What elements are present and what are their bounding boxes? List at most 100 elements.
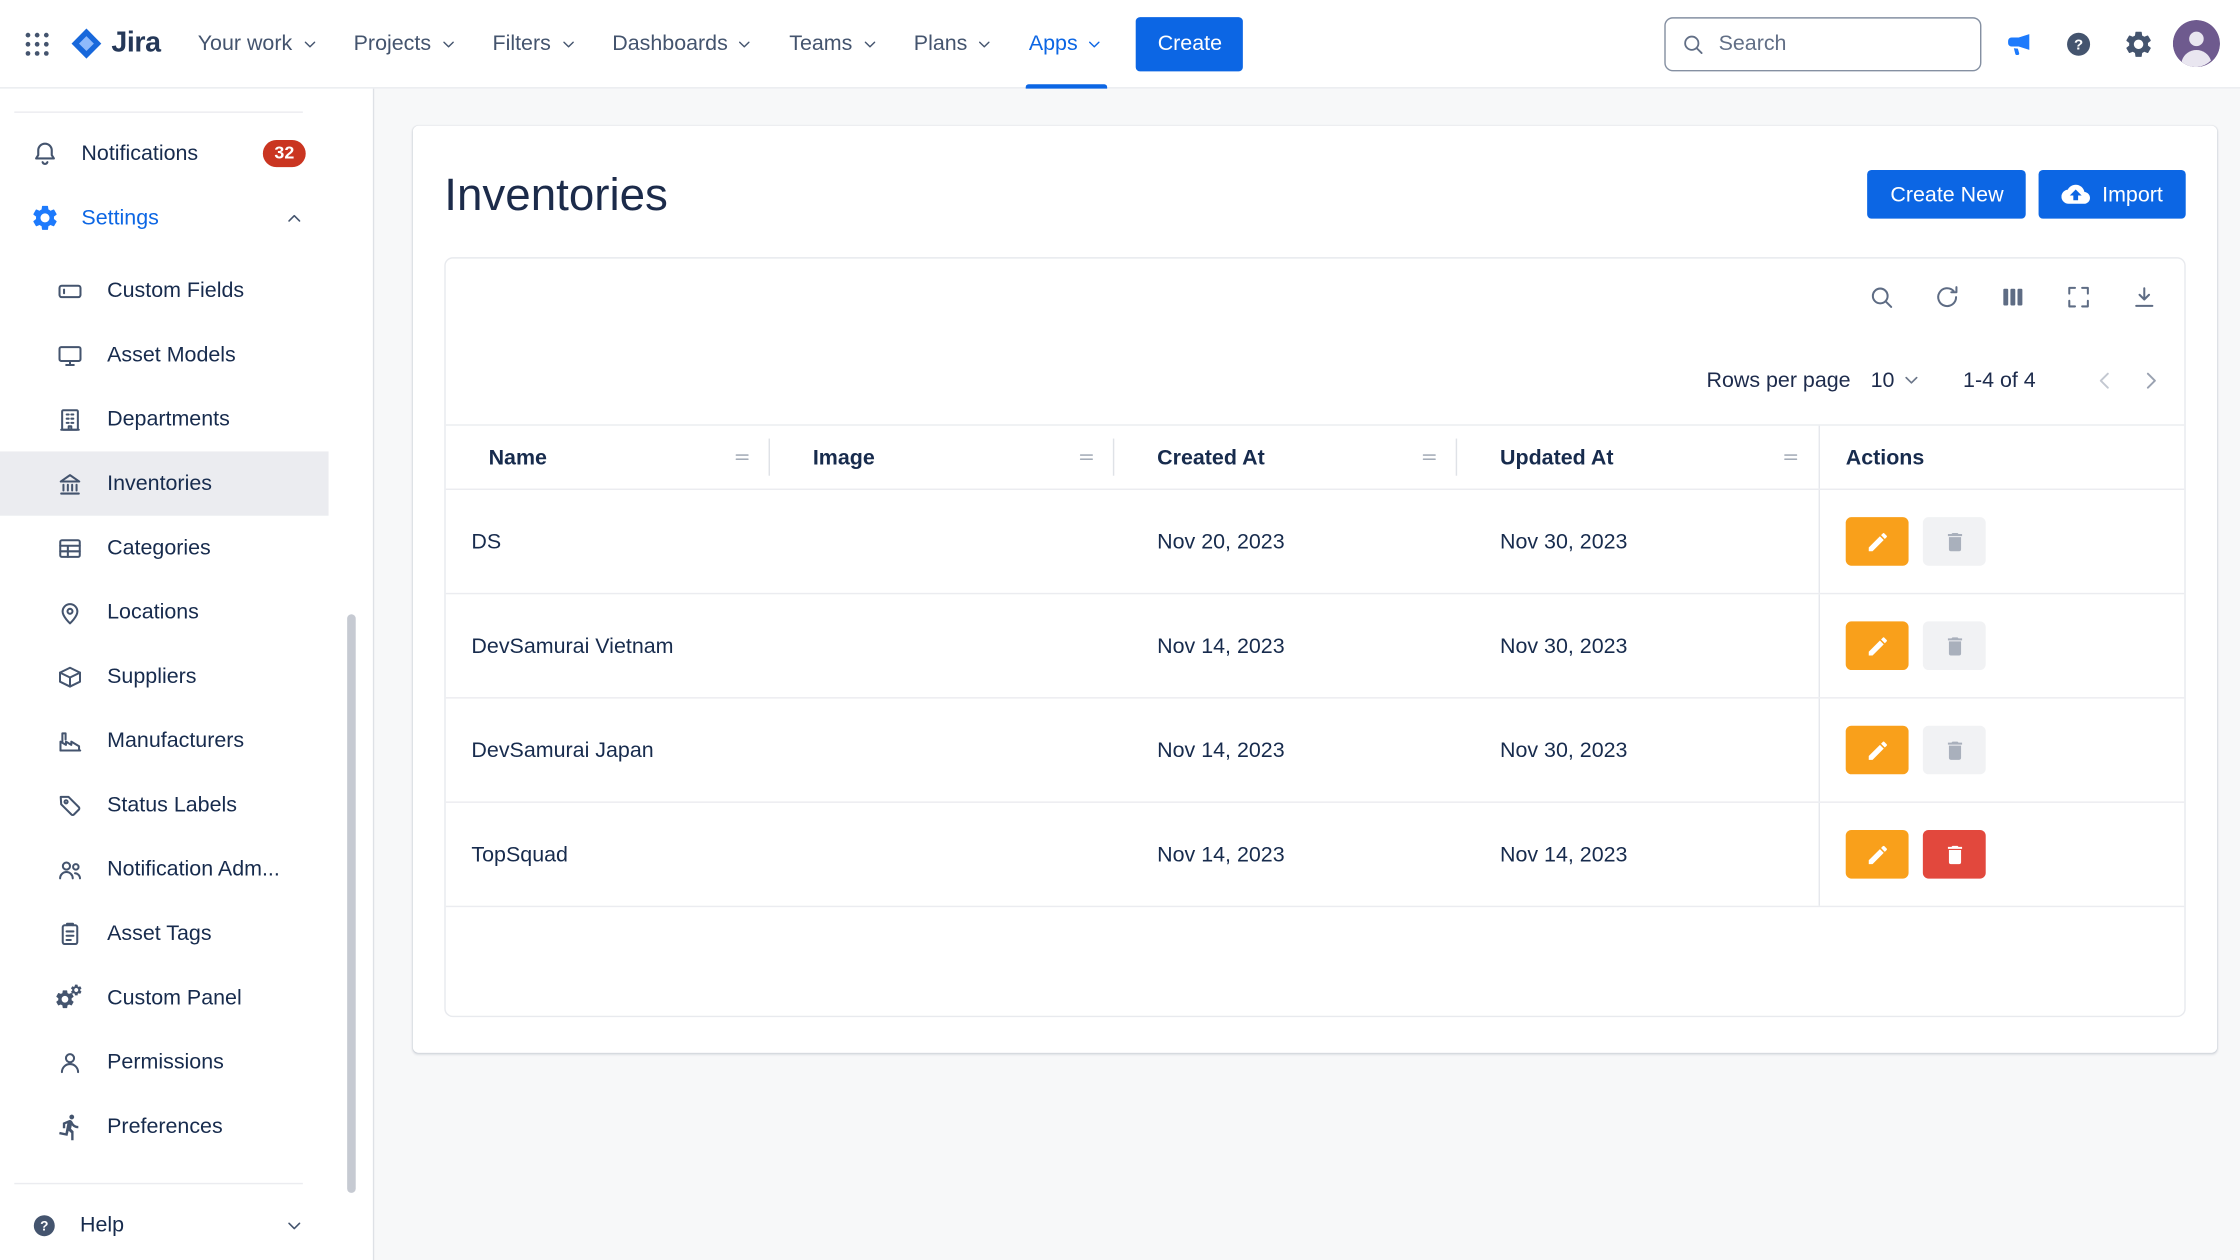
fullscreen-icon[interactable] — [2056, 274, 2102, 320]
sidebar-scrollbar[interactable] — [347, 614, 356, 1193]
sidebar-item[interactable]: Manufacturers — [0, 709, 329, 773]
delete-button[interactable] — [1923, 830, 1986, 879]
nav-item[interactable]: Projects — [336, 0, 475, 88]
page-title: Inventories — [444, 168, 668, 221]
image-cell — [770, 803, 1114, 906]
pencil-icon — [1865, 738, 1889, 762]
edit-button[interactable] — [1846, 830, 1909, 879]
column-header[interactable]: Name — [446, 426, 770, 489]
next-page-button[interactable] — [2127, 357, 2173, 403]
pencil-icon — [1865, 842, 1889, 866]
nav-item[interactable]: Your work — [181, 0, 337, 88]
sidebar-item[interactable]: Asset Models — [0, 323, 329, 387]
settings-gear-icon[interactable] — [2113, 18, 2164, 69]
delete-button[interactable] — [1923, 621, 1986, 670]
search-icon[interactable] — [1859, 274, 1905, 320]
sidebar-help[interactable]: ? Help — [0, 1193, 329, 1257]
create-new-label: Create New — [1890, 182, 2003, 206]
chevron-down-icon — [438, 34, 458, 54]
name-cell: TopSquad — [446, 803, 770, 906]
delete-button[interactable] — [1923, 517, 1986, 566]
pagination-range: 1-4 of 4 — [1963, 368, 2036, 392]
column-label: Actions — [1846, 445, 1925, 469]
sidebar-item[interactable]: Custom Panel — [0, 966, 329, 1030]
sidebar-item[interactable]: Permissions — [0, 1030, 329, 1094]
table-row: DevSamurai Japan Nov 14, 2023 Nov 30, 20… — [446, 699, 2185, 803]
nav-item[interactable]: Plans — [897, 0, 1012, 88]
previous-page-button[interactable] — [2081, 357, 2127, 403]
created-at-cell: Nov 20, 2023 — [1114, 490, 1457, 593]
help-circle-icon: ? — [30, 1211, 59, 1240]
drag-handle-icon[interactable] — [1076, 446, 1097, 467]
sidebar-item[interactable]: Locations — [0, 580, 329, 644]
user-icon — [56, 1048, 85, 1077]
help-circle-icon[interactable]: ? — [2053, 18, 2104, 69]
chevron-down-icon — [1085, 34, 1105, 54]
factory-icon — [56, 726, 85, 755]
columns-icon — [1999, 283, 2028, 312]
nav-item[interactable]: Filters — [475, 0, 595, 88]
chevron-down-icon — [299, 34, 319, 54]
settings-label: Settings — [81, 206, 158, 230]
column-label: Image — [813, 445, 875, 469]
user-avatar[interactable] — [2173, 20, 2220, 67]
sidebar-item-label: Preferences — [107, 1114, 223, 1138]
sidebar-item[interactable]: Categories — [0, 516, 329, 580]
sidebar-item[interactable]: Custom Fields — [0, 259, 329, 323]
create-button[interactable]: Create — [1136, 16, 1243, 70]
drag-handle-icon[interactable] — [731, 446, 752, 467]
announcement-icon[interactable] — [1993, 18, 2044, 69]
import-label: Import — [2102, 182, 2163, 206]
nav-item-label: Teams — [789, 31, 852, 55]
refresh-icon[interactable] — [1924, 274, 1970, 320]
column-header[interactable]: Image — [770, 426, 1114, 489]
gear-icon — [30, 203, 60, 233]
columns-icon[interactable] — [1990, 274, 2036, 320]
edit-button[interactable] — [1846, 517, 1909, 566]
sidebar-item[interactable]: Preferences — [0, 1094, 329, 1158]
grid-icon — [21, 28, 52, 59]
download-icon[interactable] — [2121, 274, 2167, 320]
sidebar-item[interactable]: Status Labels — [0, 773, 329, 837]
avatar-icon — [2173, 20, 2220, 67]
chevron-down-icon — [1900, 369, 1923, 392]
sidebar-item[interactable]: Notification Adm... — [0, 837, 329, 901]
create-new-button[interactable]: Create New — [1868, 170, 2027, 219]
column-header[interactable]: Actions — [1819, 426, 2185, 489]
chevron-down-icon — [735, 34, 755, 54]
notifications-label: Notifications — [81, 141, 198, 165]
edit-button[interactable] — [1846, 726, 1909, 775]
actions-cell — [1819, 699, 2185, 802]
sidebar-item[interactable]: Inventories — [0, 451, 329, 515]
sidebar-settings[interactable]: Settings — [0, 186, 329, 250]
import-button[interactable]: Import — [2039, 170, 2185, 219]
table-row: DevSamurai Vietnam Nov 14, 2023 Nov 30, … — [446, 594, 2185, 698]
refresh-icon — [1933, 283, 1962, 312]
sidebar-item-label: Permissions — [107, 1050, 224, 1074]
edit-button[interactable] — [1846, 621, 1909, 670]
nav-item[interactable]: Dashboards — [595, 0, 772, 88]
actions-cell — [1819, 594, 2185, 697]
search-input[interactable] — [1719, 31, 1966, 55]
sidebar-item[interactable]: Departments — [0, 387, 329, 451]
nav-item-label: Dashboards — [612, 31, 728, 55]
nav-item[interactable]: Apps — [1012, 0, 1122, 88]
chevron-down-icon — [975, 34, 995, 54]
actions-cell — [1819, 490, 2185, 593]
sidebar-notifications[interactable]: Notifications 32 — [0, 121, 329, 185]
cloud-upload-icon — [2062, 180, 2091, 209]
jira-logo-icon — [69, 26, 105, 62]
drag-handle-icon[interactable] — [1780, 446, 1801, 467]
jira-logo[interactable]: Jira — [63, 26, 181, 62]
nav-item[interactable]: Teams — [772, 0, 897, 88]
drag-handle-icon[interactable] — [1419, 446, 1440, 467]
rows-per-page-select[interactable]: 10 — [1871, 368, 1923, 392]
sidebar-item[interactable]: Asset Tags — [0, 901, 329, 965]
app-switcher-button[interactable] — [11, 18, 62, 69]
column-header[interactable]: Updated At — [1457, 426, 1818, 489]
sidebar-item[interactable]: Suppliers — [0, 644, 329, 708]
app-root: Jira Your work Projects Filters — [0, 0, 2240, 1260]
column-header[interactable]: Created At — [1114, 426, 1457, 489]
pencil-icon — [1865, 634, 1889, 658]
delete-button[interactable] — [1923, 726, 1986, 775]
